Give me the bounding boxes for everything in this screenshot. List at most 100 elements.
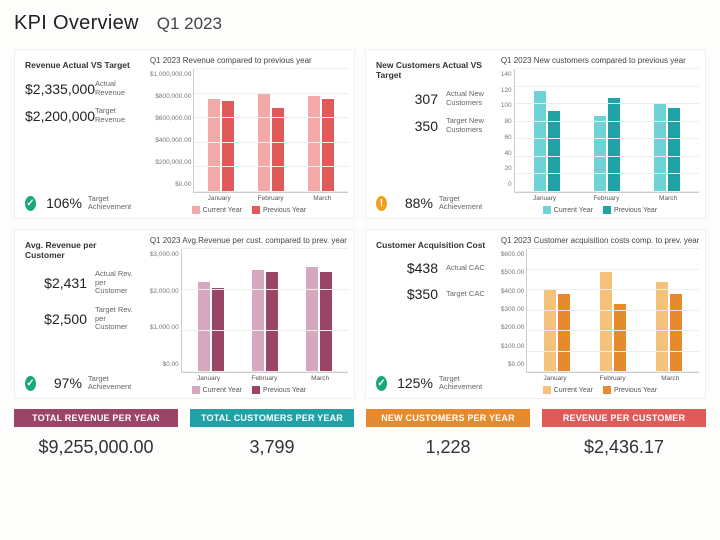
y-tick: $0.00 bbox=[150, 361, 179, 368]
x-tick: January bbox=[181, 375, 237, 382]
chart-title: Q1 2023 New customers compared to previo… bbox=[501, 56, 699, 65]
bar bbox=[266, 272, 278, 372]
x-tick: January bbox=[526, 375, 584, 382]
bar-group bbox=[196, 69, 246, 192]
bar bbox=[544, 290, 556, 372]
x-tick: February bbox=[575, 195, 637, 202]
bar bbox=[558, 294, 570, 372]
gridline bbox=[527, 330, 699, 331]
y-axis: $3,000.00$2,000.00$1,000.00$0.00 bbox=[150, 249, 181, 382]
bar-group bbox=[292, 249, 346, 372]
bar bbox=[600, 272, 612, 372]
metric-value: $438 bbox=[376, 260, 438, 276]
bar bbox=[198, 282, 210, 372]
achievement-label: Target Achievement bbox=[88, 375, 136, 392]
y-tick: 80 bbox=[501, 118, 512, 125]
bar-chart: $1,000,000.00$800,000.00$600,000.00$400,… bbox=[150, 69, 348, 202]
bar bbox=[594, 116, 606, 192]
metric-value: $350 bbox=[376, 286, 438, 302]
summary-row: TOTAL REVENUE PER YEAR$9,255,000.00TOTAL… bbox=[14, 409, 706, 464]
bar bbox=[308, 96, 320, 192]
summary-label: NEW CUSTOMERS PER YEAR bbox=[366, 409, 530, 427]
metric-title: Revenue Actual VS Target bbox=[25, 60, 136, 70]
legend-item: Current Year bbox=[543, 206, 593, 214]
summary-value: 3,799 bbox=[190, 427, 354, 464]
metric-label: Actual Revenue bbox=[95, 80, 136, 97]
legend-item: Current Year bbox=[192, 386, 242, 394]
summary-card: TOTAL CUSTOMERS PER YEAR3,799 bbox=[190, 409, 354, 464]
plot-area bbox=[526, 249, 699, 373]
achievement-value: 125% bbox=[393, 375, 433, 391]
metric-title: Avg. Revenue per Customer bbox=[25, 240, 136, 260]
bar-group bbox=[585, 249, 641, 372]
metric-value: 307 bbox=[376, 91, 438, 107]
check-icon: ✓ bbox=[376, 376, 387, 391]
gridline bbox=[527, 351, 699, 352]
legend-swatch bbox=[603, 206, 611, 214]
legend-item: Previous Year bbox=[603, 206, 657, 214]
metric-value: $2,335,000 bbox=[25, 81, 87, 97]
bar bbox=[608, 98, 620, 192]
bar bbox=[320, 272, 332, 372]
kpi-card: Avg. Revenue per Customer$2,431Actual Re… bbox=[14, 229, 355, 399]
legend-swatch bbox=[192, 206, 200, 214]
y-tick: $600.00 bbox=[501, 251, 525, 258]
summary-value: 1,228 bbox=[366, 427, 530, 464]
metric-label: Target Revenue bbox=[95, 107, 136, 124]
bar bbox=[222, 101, 234, 192]
gridline bbox=[182, 289, 348, 290]
y-tick: 100 bbox=[501, 102, 512, 109]
y-tick: $600,000.00 bbox=[150, 115, 192, 122]
metric-row: $2,500Target Rev. per Customer bbox=[25, 306, 136, 332]
x-axis: JanuaryFebruaryMarch bbox=[526, 373, 699, 382]
metric-value: 350 bbox=[376, 118, 438, 134]
y-tick: $500.00 bbox=[501, 269, 525, 276]
bar bbox=[252, 270, 264, 373]
chart-legend: Current Year Previous Year bbox=[501, 386, 699, 394]
bar-group bbox=[184, 249, 238, 372]
gridline bbox=[194, 93, 348, 94]
achievement-row: ✓106%Target Achievement bbox=[25, 195, 136, 212]
legend-item: Current Year bbox=[543, 386, 593, 394]
metric-label: Target New Customers bbox=[446, 117, 487, 134]
plot-area bbox=[193, 69, 348, 193]
dashboard: KPI Overview Q1 2023 Revenue Actual VS T… bbox=[0, 0, 720, 472]
y-tick: 0 bbox=[501, 181, 512, 188]
gridline bbox=[515, 86, 699, 87]
achievement-label: Target Achievement bbox=[88, 195, 136, 212]
metric-value: $2,200,000 bbox=[25, 108, 87, 124]
legend-label: Current Year bbox=[554, 207, 593, 214]
kpi-grid: Revenue Actual VS Target $2,335,000 Actual… bbox=[14, 49, 706, 399]
plot-area bbox=[514, 69, 699, 193]
gridline bbox=[515, 138, 699, 139]
bar bbox=[656, 282, 668, 372]
legend-label: Previous Year bbox=[614, 207, 657, 214]
bar-chart: $3,000.00$2,000.00$1,000.00$0.00JanuaryF… bbox=[150, 249, 348, 382]
chart-title: Q1 2023 Avg.Revenue per cust. compared t… bbox=[150, 236, 348, 245]
metric-row: $2,335,000 Actual Revenue bbox=[25, 80, 136, 97]
y-tick: $1,000,000.00 bbox=[150, 71, 192, 78]
achievement-value: 97% bbox=[42, 375, 82, 391]
check-icon: ✓ bbox=[25, 376, 36, 391]
summary-value: $9,255,000.00 bbox=[14, 427, 178, 464]
gridline bbox=[194, 166, 348, 167]
bar bbox=[208, 99, 220, 192]
gridline bbox=[527, 248, 699, 249]
y-tick: $2,000.00 bbox=[150, 288, 179, 295]
gridline bbox=[515, 191, 699, 192]
bar bbox=[548, 111, 560, 192]
chart-title: Q1 2023 Customer acquisition costs comp.… bbox=[501, 236, 699, 245]
bar-group bbox=[238, 249, 292, 372]
bar bbox=[670, 294, 682, 372]
bar-group bbox=[529, 249, 585, 372]
legend-swatch bbox=[252, 386, 260, 394]
legend-label: Previous Year bbox=[614, 387, 657, 394]
y-axis: $600.00$500.00$400.00$300.00$200.00$100.… bbox=[501, 249, 527, 382]
gridline bbox=[515, 68, 699, 69]
achievement-row: ✓ 97% Target Achievement bbox=[25, 375, 136, 392]
y-tick: 20 bbox=[501, 165, 512, 172]
metric-label: Actual New Customers bbox=[446, 90, 487, 107]
achievement-row: ✓125%Target Achievement bbox=[376, 375, 487, 392]
metric-label: Actual CAC bbox=[446, 264, 485, 273]
achievement-value: 106% bbox=[42, 195, 82, 211]
